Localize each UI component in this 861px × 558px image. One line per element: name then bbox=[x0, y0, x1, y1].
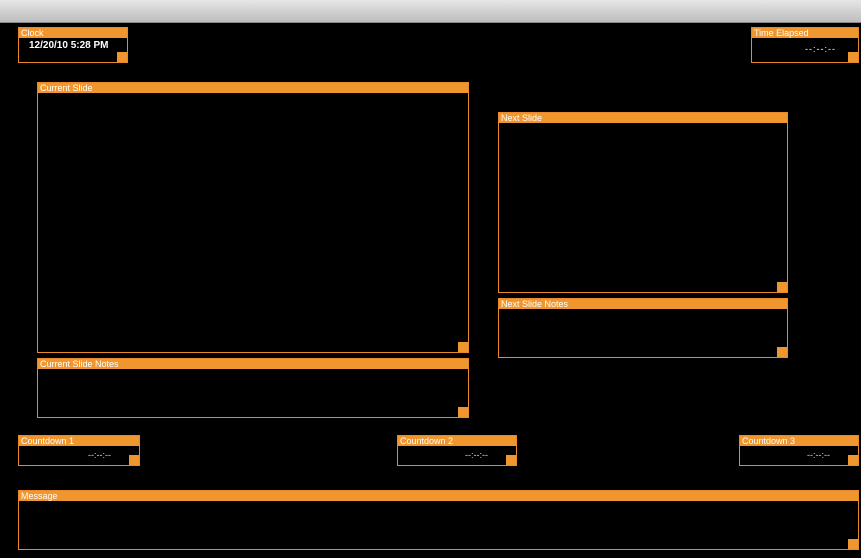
resize-handle[interactable] bbox=[506, 455, 516, 465]
countdown-1-value: --:--:-- bbox=[88, 450, 111, 460]
time-elapsed-title: Time Elapsed bbox=[752, 28, 858, 38]
next-slide-notes-title: Next Slide Notes bbox=[499, 299, 787, 309]
resize-handle[interactable] bbox=[129, 455, 139, 465]
message-title: Message bbox=[19, 491, 858, 501]
next-slide-title: Next Slide bbox=[499, 113, 787, 123]
resize-handle[interactable] bbox=[117, 52, 127, 62]
next-slide-notes-panel[interactable]: Next Slide Notes bbox=[498, 298, 788, 358]
resize-handle[interactable] bbox=[848, 539, 858, 549]
resize-handle[interactable] bbox=[848, 52, 858, 62]
clock-panel[interactable]: Clock 12/20/10 5:28 PM bbox=[18, 27, 128, 63]
countdown-3-value: --:--:-- bbox=[807, 450, 830, 460]
resize-handle[interactable] bbox=[458, 342, 468, 352]
window-titlebar bbox=[0, 0, 861, 23]
resize-handle[interactable] bbox=[458, 407, 468, 417]
current-slide-panel[interactable]: Current Slide bbox=[37, 82, 469, 353]
time-elapsed-panel[interactable]: Time Elapsed --:--:-- bbox=[751, 27, 859, 63]
clock-value: 12/20/10 5:28 PM bbox=[29, 40, 109, 51]
current-slide-title: Current Slide bbox=[38, 83, 468, 93]
next-slide-panel[interactable]: Next Slide bbox=[498, 112, 788, 293]
message-panel[interactable]: Message bbox=[18, 490, 859, 550]
countdown-1-title: Countdown 1 bbox=[19, 436, 139, 446]
countdown-2-title: Countdown 2 bbox=[398, 436, 516, 446]
countdown-3-title: Countdown 3 bbox=[740, 436, 858, 446]
countdown-3-panel[interactable]: Countdown 3 --:--:-- bbox=[739, 435, 859, 466]
clock-title: Clock bbox=[19, 28, 127, 38]
current-slide-notes-title: Current Slide Notes bbox=[38, 359, 468, 369]
countdown-2-panel[interactable]: Countdown 2 --:--:-- bbox=[397, 435, 517, 466]
resize-handle[interactable] bbox=[777, 282, 787, 292]
countdown-1-panel[interactable]: Countdown 1 --:--:-- bbox=[18, 435, 140, 466]
current-slide-notes-panel[interactable]: Current Slide Notes bbox=[37, 358, 469, 418]
time-elapsed-value: --:--:-- bbox=[805, 44, 836, 54]
countdown-2-value: --:--:-- bbox=[465, 450, 488, 460]
resize-handle[interactable] bbox=[777, 347, 787, 357]
resize-handle[interactable] bbox=[848, 455, 858, 465]
